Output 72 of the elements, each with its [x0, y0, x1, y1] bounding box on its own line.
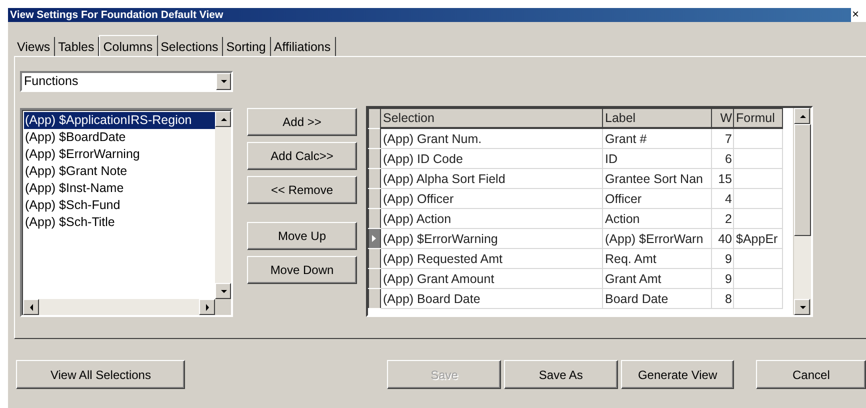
table-cell: Grantee Sort Nan — [602, 168, 712, 188]
table-cell: $AppEr — [734, 228, 782, 248]
action-button[interactable]: Move Down — [247, 256, 357, 284]
table-cell: 15 — [712, 168, 734, 188]
row-selector[interactable] — [368, 228, 380, 248]
table-cell: Grant Amt — [602, 268, 712, 288]
table-cell: 6 — [712, 148, 734, 168]
table-cell: (App) $ErrorWarning — [380, 228, 602, 248]
table-cell: 7 — [712, 128, 734, 148]
table-cell: (App) Requested Amt — [380, 248, 602, 268]
action-button[interactable]: Add Calc>> — [247, 142, 357, 170]
list-item[interactable]: (App) $Inst-Name — [24, 180, 215, 197]
table-cell: (App) ID Code — [380, 148, 602, 168]
table-cell: Action — [602, 208, 712, 228]
action-button[interactable]: Add >> — [247, 108, 357, 136]
column-header[interactable]: Label — [602, 108, 712, 128]
table-cell: Req. Amt — [602, 248, 712, 268]
close-button[interactable]: × — [851, 8, 860, 22]
row-selector[interactable] — [368, 248, 380, 268]
table-cell: (App) Officer — [380, 188, 602, 208]
column-header[interactable]: W — [712, 108, 734, 128]
row-selector[interactable] — [368, 148, 380, 168]
table-cell: 2 — [712, 208, 734, 228]
row-pointer-icon — [372, 235, 377, 242]
footer-button[interactable]: Cancel — [756, 360, 866, 389]
table-cell: (App) Grant Num. — [380, 128, 602, 148]
table-cell: ID — [602, 148, 712, 168]
table-cell: (App) Action — [380, 208, 602, 228]
tab[interactable]: Tables — [55, 37, 100, 56]
row-selector[interactable] — [368, 188, 380, 208]
footer-button[interactable]: Save As — [504, 360, 618, 389]
vertical-scrollbar[interactable] — [793, 108, 811, 315]
table-cell: Board Date — [602, 288, 712, 308]
footer-button[interactable]: Generate View — [620, 360, 734, 389]
dropdown-arrow-icon[interactable] — [219, 77, 228, 86]
window-title: View Settings For Foundation Default View — [8, 8, 851, 22]
action-button[interactable]: Move Up — [247, 222, 357, 250]
tab[interactable]: Views — [14, 37, 56, 56]
column-header[interactable]: Selection — [380, 108, 602, 128]
list-item[interactable]: (App) $Sch-Fund — [24, 197, 215, 214]
row-selector[interactable] — [368, 268, 380, 288]
table-cell: 9 — [712, 248, 734, 268]
scroll-thumb[interactable] — [794, 124, 811, 236]
table-cell: (App) Board Date — [380, 288, 602, 308]
row-selector[interactable] — [368, 168, 380, 188]
table-cell: 9 — [712, 268, 734, 288]
list-item[interactable]: (App) $Sch-Title — [24, 214, 215, 231]
list-item[interactable]: (App) $ApplicationIRS-Region — [24, 112, 215, 129]
tab[interactable]: Columns — [99, 35, 158, 56]
table-cell: (App) Grant Amount — [380, 268, 602, 288]
scrollbar-corner — [215, 299, 231, 315]
row-selector[interactable] — [368, 128, 380, 148]
table-cell: (App) $ErrorWarn — [602, 228, 712, 248]
category-dropdown[interactable]: Functions — [20, 71, 233, 92]
footer-button[interactable]: View All Selections — [16, 360, 186, 389]
list-item[interactable]: (App) $ErrorWarning — [24, 146, 215, 163]
horizontal-scrollbar[interactable] — [23, 299, 215, 315]
row-selector[interactable] — [368, 288, 380, 308]
table-cell: 4 — [712, 188, 734, 208]
table-cell: (App) Alpha Sort Field — [380, 168, 602, 188]
action-button[interactable]: << Remove — [247, 176, 357, 204]
table-cell: 40 — [712, 228, 734, 248]
column-header[interactable]: Formul — [734, 108, 782, 128]
row-selector[interactable] — [368, 208, 380, 228]
table-cell: 8 — [712, 288, 734, 308]
tab[interactable]: Affiliations — [270, 37, 336, 56]
list-item[interactable]: (App) $Grant Note — [24, 163, 215, 180]
table-cell: Officer — [602, 188, 712, 208]
vertical-scrollbar[interactable] — [215, 111, 231, 299]
table-cell: Grant # — [602, 128, 712, 148]
grid-corner — [368, 108, 380, 128]
list-item[interactable]: (App) $BoardDate — [24, 129, 215, 146]
